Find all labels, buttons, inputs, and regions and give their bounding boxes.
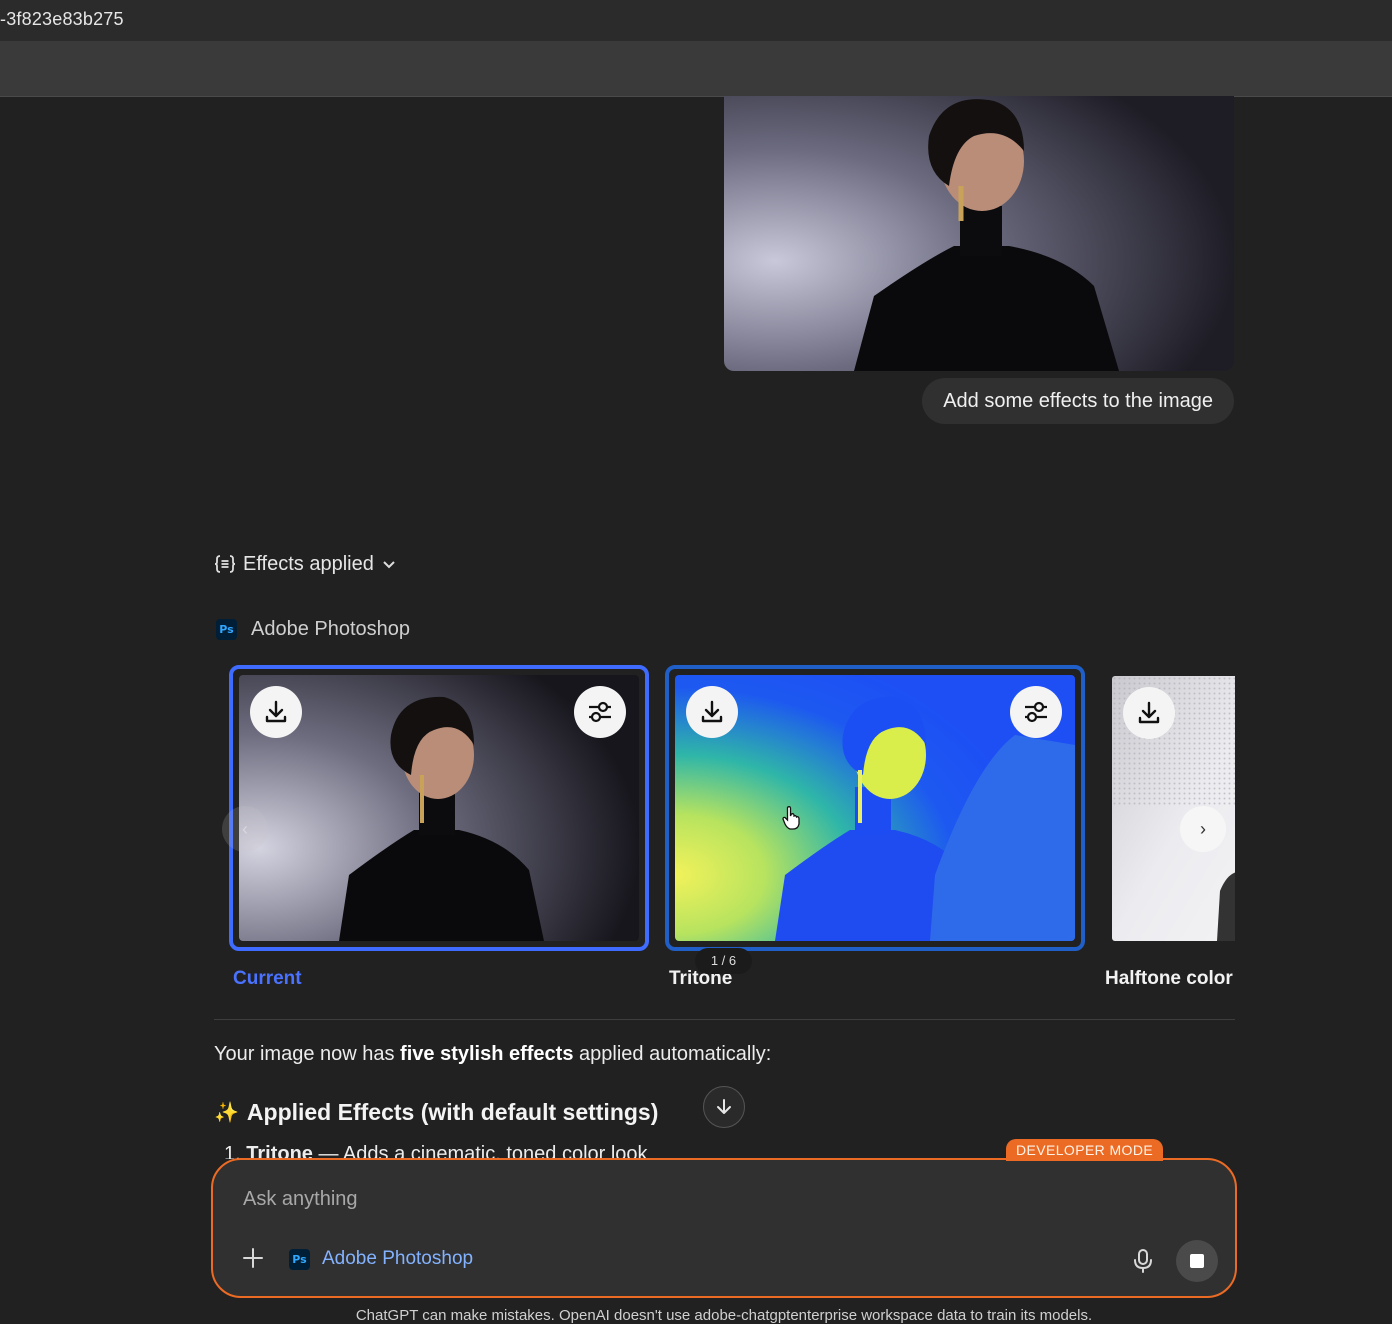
- microphone-icon: [1134, 1249, 1152, 1273]
- effects-carousel: ‹ › Current Tritone Halftone color 1 / 6: [214, 660, 1235, 1005]
- summary-text-bold: five stylish effects: [400, 1043, 574, 1065]
- voice-input-button[interactable]: [1129, 1246, 1157, 1276]
- stop-icon: [1190, 1254, 1204, 1268]
- adjust-tritone-button[interactable]: [1010, 686, 1062, 738]
- stop-generating-button[interactable]: [1176, 1240, 1218, 1282]
- effect-card-current[interactable]: [229, 665, 649, 951]
- response-summary: Your image now has five stylish effects …: [214, 1043, 771, 1066]
- arrow-down-icon: [717, 1099, 731, 1114]
- tool-chip-label: Adobe Photoshop: [322, 1248, 474, 1269]
- app-name: Adobe Photoshop: [251, 617, 411, 640]
- photoshop-icon: Ps: [289, 1248, 310, 1270]
- download-tritone-button[interactable]: [686, 686, 738, 738]
- effect-card-tritone[interactable]: [665, 665, 1085, 951]
- message-composer: Ps Adobe Photoshop: [211, 1158, 1237, 1298]
- message-input[interactable]: [241, 1182, 1045, 1216]
- window-title: -3f823e83b275: [0, 9, 124, 29]
- carousel-next-button[interactable]: ›: [1180, 806, 1226, 852]
- list-item-title: Tritone: [246, 1143, 313, 1159]
- section-divider: [214, 1019, 1235, 1020]
- summary-text-pre: Your image now has: [214, 1043, 401, 1065]
- effect-label-halftone[interactable]: Halftone color: [1105, 968, 1233, 990]
- app-attribution: Ps Adobe Photoshop: [216, 615, 410, 643]
- carousel-counter: 1 / 6: [695, 948, 752, 974]
- scroll-to-bottom-button[interactable]: [703, 1086, 745, 1128]
- adjust-current-button[interactable]: [574, 686, 626, 738]
- photoshop-tool-chip[interactable]: Ps Adobe Photoshop: [289, 1248, 473, 1270]
- window-title-bar: -3f823e83b275: [0, 0, 1392, 41]
- download-halftone-button[interactable]: [1123, 687, 1175, 739]
- hand-cursor-icon: [782, 806, 800, 830]
- download-icon: [265, 700, 287, 723]
- chevron-down-icon: [383, 561, 395, 569]
- browser-toolbar: [0, 41, 1392, 97]
- applied-effects-heading: ✨ Applied Effects (with default settings…: [214, 1099, 658, 1126]
- list-item-number: 1.: [224, 1143, 241, 1159]
- download-icon: [1138, 701, 1160, 724]
- download-icon: [701, 700, 723, 723]
- add-attachment-button[interactable]: [239, 1246, 267, 1274]
- effects-applied-toggle[interactable]: Effects applied: [214, 549, 397, 579]
- photoshop-icon: Ps: [216, 618, 237, 640]
- chevron-right-icon: ›: [1200, 818, 1206, 839]
- sliders-icon: [1025, 701, 1047, 723]
- disclaimer-footer: ChatGPT can make mistakes. OpenAI doesn'…: [355, 1307, 1093, 1324]
- developer-mode-badge: DEVELOPER MODE: [1006, 1139, 1164, 1161]
- uploaded-image[interactable]: [724, 96, 1234, 371]
- plus-icon: [243, 1248, 263, 1268]
- sparkles-icon: ✨: [214, 1102, 239, 1124]
- list-item-desc: — Adds a cinematic, toned color look: [312, 1143, 648, 1159]
- effect-label-current[interactable]: Current: [233, 968, 302, 990]
- list-item: 1. Tritone — Adds a cinematic, toned col…: [224, 1143, 648, 1159]
- carousel-prev-button[interactable]: ‹: [222, 806, 268, 852]
- effects-applied-label: Effects applied: [243, 552, 374, 575]
- heading-text: Applied Effects (with default settings): [246, 1099, 659, 1125]
- download-current-button[interactable]: [250, 686, 302, 738]
- summary-text-post: applied automatically:: [573, 1043, 772, 1065]
- sliders-icon: [589, 701, 611, 723]
- code-braces-icon: [214, 555, 236, 573]
- user-message-bubble: Add some effects to the image: [922, 378, 1234, 424]
- chevron-left-icon: ‹: [242, 818, 248, 839]
